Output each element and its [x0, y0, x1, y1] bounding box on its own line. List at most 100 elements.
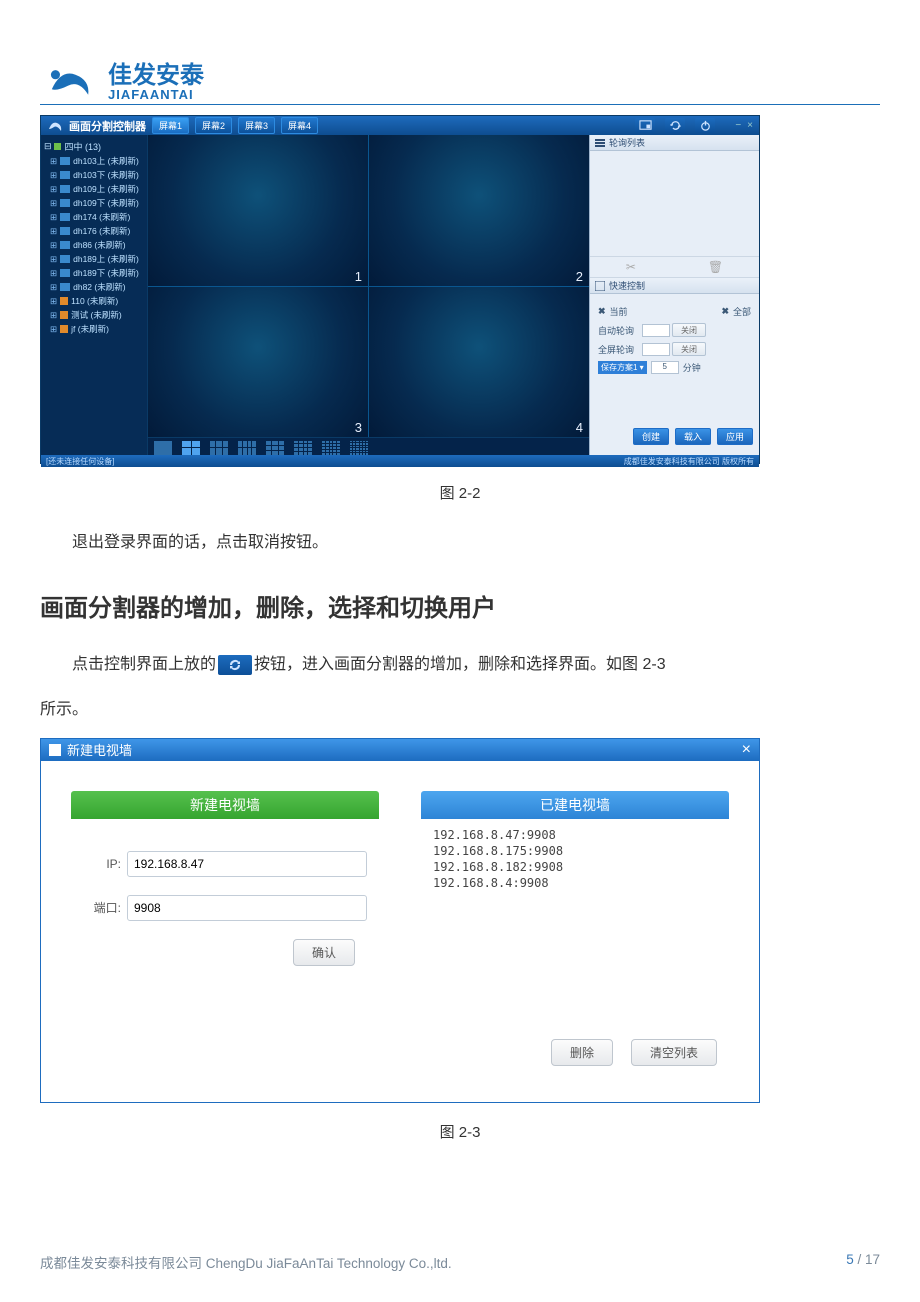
app-titlebar: 画面分割控制器 屏幕1 屏幕2 屏幕3 屏幕4 − × [41, 116, 759, 135]
brand-name-en: JIAFAANTAI [108, 88, 204, 101]
expand-icon[interactable]: ⊞ [50, 324, 57, 335]
expand-icon[interactable]: ⊞ [50, 254, 57, 265]
video-pane-2[interactable]: 2 [369, 135, 589, 286]
tree-root[interactable]: ⊟ 四中 (13) [44, 140, 144, 153]
tree-item[interactable]: ⊞dh103下 (未刷新) [50, 169, 144, 181]
trash-icon[interactable]: 🗑 [708, 260, 723, 274]
close-button[interactable]: 关闭 [672, 342, 706, 356]
confirm-button[interactable]: 确认 [293, 939, 355, 966]
tab-screen4[interactable]: 屏幕4 [281, 117, 318, 134]
tab-screen3[interactable]: 屏幕3 [238, 117, 275, 134]
qc-current[interactable]: 当前 [610, 305, 628, 318]
layout-8-icon[interactable] [238, 441, 256, 455]
close-icon[interactable]: ✖ [721, 306, 729, 317]
layout-16-icon[interactable] [294, 441, 312, 455]
tab-screen2[interactable]: 屏幕2 [195, 117, 232, 134]
device-tree[interactable]: ⊟ 四中 (13) ⊞dh103上 (未刷新)⊞dh103下 (未刷新)⊞dh1… [41, 135, 148, 457]
list-item[interactable]: 192.168.8.182:9908 [433, 859, 717, 875]
tree-item-label: dh86 (未刷新) [73, 239, 125, 251]
document-icon [49, 744, 61, 756]
collapse-icon[interactable]: ⊟ [44, 141, 52, 152]
tree-item[interactable]: ⊞110 (未刷新) [50, 295, 144, 307]
port-input[interactable] [127, 895, 367, 921]
tree-item[interactable]: ⊞ dh176 (未刷新) [50, 225, 144, 237]
expand-icon[interactable]: ⊞ [50, 184, 57, 195]
ip-input[interactable] [127, 851, 367, 877]
layout-25-icon[interactable] [322, 441, 340, 455]
expand-icon[interactable]: ⊞ [50, 198, 57, 209]
refresh-icon[interactable] [665, 118, 685, 133]
existing-tvwall-panel: 已建电视墙 192.168.8.47:9908192.168.8.175:990… [421, 791, 729, 1066]
expand-icon[interactable]: ⊞ [50, 268, 57, 279]
clear-list-button[interactable]: 清空列表 [631, 1039, 717, 1066]
tree-item[interactable]: ⊞ dh103上 (未刷新) [50, 155, 144, 167]
tab-screen1[interactable]: 屏幕1 [152, 117, 189, 134]
list-item[interactable]: 192.168.8.4:9908 [433, 875, 717, 891]
list-item[interactable]: 192.168.8.47:9908 [433, 827, 717, 843]
scissors-icon[interactable]: ✂ [626, 260, 636, 274]
refresh-icon [218, 655, 252, 675]
expand-icon[interactable]: ⊞ [50, 226, 57, 237]
display-icon[interactable] [635, 118, 655, 133]
list-item[interactable]: 192.168.8.175:9908 [433, 843, 717, 859]
window-minimize[interactable]: − [735, 120, 741, 131]
expand-icon[interactable]: ⊞ [50, 240, 57, 251]
camera-icon [60, 199, 70, 207]
video-grid[interactable]: 1 2 3 4 [148, 135, 589, 437]
tree-item[interactable]: ⊞dh82 (未刷新) [50, 281, 144, 293]
tree-item[interactable]: ⊞jf (未刷新) [50, 323, 144, 335]
expand-icon[interactable]: ⊞ [50, 296, 57, 307]
tree-item[interactable]: ⊞dh174 (未刷新) [50, 211, 144, 223]
tree-item-label: dh109上 (未刷新) [73, 183, 139, 195]
port-label: 端口: [83, 899, 121, 916]
tree-item-label: dh176 (未刷新) [73, 225, 130, 237]
layout-6-icon[interactable] [210, 441, 228, 455]
layout-4-icon[interactable] [182, 441, 200, 455]
status-left: [还未连接任何设备] [46, 456, 114, 467]
tree-item-label: dh189上 (未刷新) [73, 253, 139, 265]
scheme-select[interactable]: 保存方案1 ▾ [598, 361, 647, 374]
expand-icon[interactable]: ⊞ [50, 212, 57, 223]
tree-item[interactable]: ⊞ dh189上 (未刷新) [50, 253, 144, 265]
video-pane-4[interactable]: 4 [369, 287, 589, 438]
tree-item-label: dh103上 (未刷新) [73, 155, 139, 167]
close-icon[interactable]: × [742, 741, 751, 759]
footer-company: 成都佳发安泰科技有限公司 ChengDu JiaFaAnTai Technolo… [40, 1252, 452, 1272]
new-panel-header: 新建电视墙 [71, 791, 379, 819]
paragraph-2c: 所示。 [40, 692, 880, 727]
minute-label: 分钟 [683, 361, 701, 374]
camera-icon [60, 185, 70, 193]
status-bar: [还未连接任何设备] 成都佳发安泰科技有限公司 版权所有 [41, 455, 759, 467]
create-button[interactable]: 创建 [633, 428, 669, 445]
expand-icon[interactable]: ⊞ [50, 170, 57, 181]
import-button[interactable]: 载入 [675, 428, 711, 445]
brand-name-cn: 佳发安泰 [108, 64, 204, 88]
apply-button[interactable]: 应用 [717, 428, 753, 445]
qc-global[interactable]: 全部 [733, 305, 751, 318]
tree-item[interactable]: ⊞ dh109上 (未刷新) [50, 183, 144, 195]
layout-1-icon[interactable] [154, 441, 172, 455]
loop-list[interactable] [590, 151, 759, 256]
screen-splitter-app: 画面分割控制器 屏幕1 屏幕2 屏幕3 屏幕4 − × ⊟ [40, 115, 760, 464]
expand-icon[interactable]: ⊞ [50, 156, 57, 167]
power-icon[interactable] [695, 118, 715, 133]
tree-item-label: 测试 (未刷新) [71, 309, 122, 321]
tree-item[interactable]: ⊞ 测试 (未刷新) [50, 309, 144, 321]
tree-item[interactable]: ⊞ dh86 (未刷新) [50, 239, 144, 251]
video-pane-3[interactable]: 3 [148, 287, 368, 438]
expand-icon[interactable]: ⊞ [50, 310, 57, 321]
close-button[interactable]: 关闭 [672, 323, 706, 337]
expand-icon[interactable]: ⊞ [50, 282, 57, 293]
delete-button[interactable]: 删除 [551, 1039, 613, 1066]
window-close[interactable]: × [747, 120, 753, 131]
video-pane-1[interactable]: 1 [148, 135, 368, 286]
existing-list[interactable]: 192.168.8.47:9908192.168.8.175:9908192.1… [421, 819, 729, 1031]
tree-item[interactable]: ⊞dh189下 (未刷新) [50, 267, 144, 279]
interval-input[interactable]: 5 [651, 361, 679, 374]
close-icon[interactable]: ✖ [598, 306, 606, 317]
page-number: 5 / 17 [846, 1252, 880, 1272]
status-right: 成都佳发安泰科技有限公司 版权所有 [624, 456, 754, 467]
layout-36-icon[interactable] [350, 441, 368, 455]
layout-9-icon[interactable] [266, 441, 284, 455]
tree-item[interactable]: ⊞dh109下 (未刷新) [50, 197, 144, 209]
